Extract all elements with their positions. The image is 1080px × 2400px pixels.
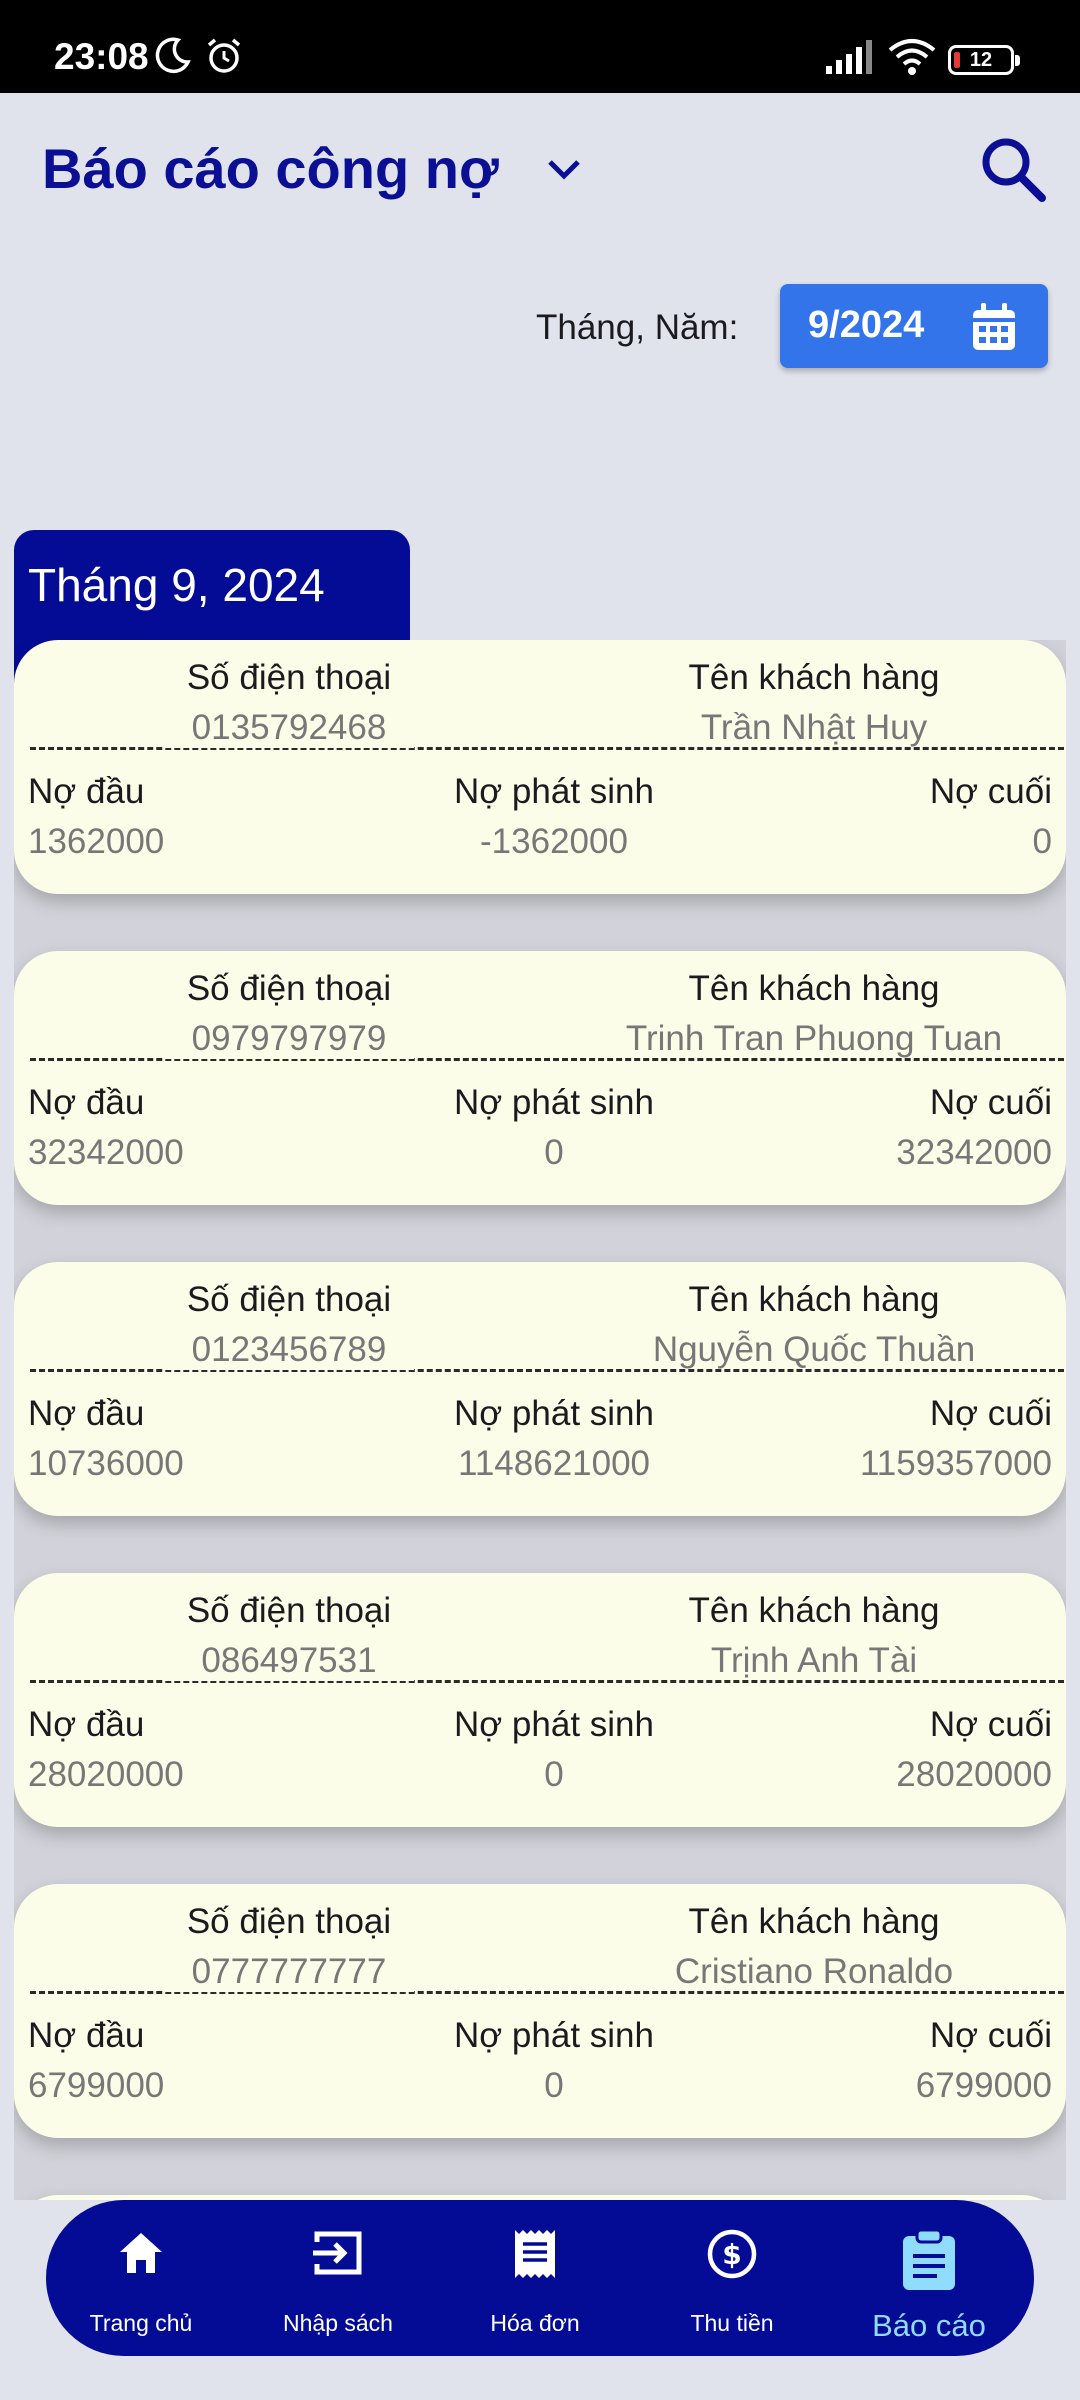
closing-debt-label: Nợ cuối — [929, 1705, 1052, 1744]
wifi-icon — [888, 38, 936, 81]
customer-name-value: Nguyễn Quốc Thuần — [594, 1330, 1034, 1370]
arising-debt-value: 1148621000 — [457, 1444, 651, 1483]
signal-icon — [826, 40, 876, 79]
opening-debt-label: Nợ đầu — [28, 2016, 145, 2055]
month-year-picker[interactable]: 9/2024 — [780, 284, 1048, 368]
opening-debt-value: 28020000 — [28, 1755, 184, 1794]
opening-debt-label: Nợ đầu — [28, 1083, 145, 1122]
battery-icon: 12 — [948, 45, 1020, 75]
closing-debt-label: Nợ cuối — [929, 2016, 1052, 2055]
opening-debt-value: 32342000 — [28, 1133, 184, 1172]
nav-import-books-label: Nhập sách — [283, 2310, 393, 2336]
home-icon — [46, 2228, 236, 2283]
nav-invoice[interactable]: Hóa đơn — [440, 2200, 630, 2356]
nav-import-books[interactable]: Nhập sách — [243, 2200, 433, 2356]
phone-value: 086497531 — [164, 1641, 414, 1681]
customer-name-label: Tên khách hàng — [688, 1280, 940, 1319]
page-title: Báo cáo công nợ — [42, 137, 499, 200]
closing-debt-label: Nợ cuối — [929, 1083, 1052, 1122]
arising-debt-label: Nợ phát sinh — [453, 1394, 654, 1433]
nav-home-label: Trang chủ — [89, 2310, 193, 2336]
nav-report[interactable]: Báo cáo — [834, 2200, 1024, 2356]
debt-record-card[interactable]: Số điện thoại Tên khách hàng 0777777777 Cri… — [14, 1884, 1066, 2138]
chevron-down-icon[interactable] — [544, 152, 584, 193]
closing-debt-value: 0 — [1032, 822, 1052, 861]
customer-name-text: Cristiano Ronaldo — [670, 1952, 958, 1991]
nav-home[interactable]: Trang chủ — [46, 2200, 236, 2356]
phone-value: 0135792468 — [164, 708, 414, 748]
opening-debt-value: 10736000 — [28, 1444, 184, 1483]
month-year-label: Tháng, Năm: — [536, 308, 739, 347]
phone-label: Số điện thoại — [186, 658, 392, 697]
customer-name-value: Trịnh Anh Tài — [594, 1641, 1034, 1681]
customer-name-value: Cristiano Ronaldo — [594, 1952, 1034, 1992]
closing-debt-value: 1159357000 — [859, 1444, 1052, 1483]
customer-name-label: Tên khách hàng — [688, 969, 940, 1008]
closing-debt-value: 32342000 — [896, 1133, 1052, 1172]
month-section-header: Tháng 9, 2024 — [14, 530, 410, 642]
nav-invoice-label: Hóa đơn — [490, 2310, 580, 2336]
customer-name-text: Trinh Tran Phuong Tuan — [621, 1019, 1007, 1058]
arising-debt-label: Nợ phát sinh — [453, 772, 654, 811]
closing-debt-label: Nợ cuối — [929, 772, 1052, 811]
nav-collect-payment-label: Thu tiền — [690, 2310, 774, 2336]
arising-debt-value: -1362000 — [480, 822, 628, 861]
arising-debt-label: Nợ phát sinh — [453, 1705, 654, 1744]
status-bar: 23:08 12 — [0, 0, 1080, 93]
phone-label: Số điện thoại — [186, 1902, 392, 1941]
opening-debt-label: Nợ đầu — [28, 772, 145, 811]
opening-debt-value: 6799000 — [28, 2066, 165, 2105]
arising-debt-value: 0 — [544, 1133, 564, 1172]
phone-value: 0979797979 — [164, 1019, 414, 1059]
report-icon — [834, 2228, 1024, 2297]
opening-debt-label: Nợ đầu — [28, 1705, 145, 1744]
import-icon — [243, 2228, 433, 2283]
arising-debt-value: 0 — [544, 2066, 564, 2105]
debt-record-card[interactable]: Số điện thoại Tên khách hàng 0123456789 Ngu… — [14, 1262, 1066, 1516]
closing-debt-value: 28020000 — [896, 1755, 1052, 1794]
arising-debt-label: Nợ phát sinh — [453, 1083, 654, 1122]
status-time: 23:08 — [54, 36, 149, 77]
phone-value: 0777777777 — [164, 1952, 414, 1992]
debt-record-card[interactable]: Số điện thoại Tên khách hàng 0135792468 Trầ… — [14, 640, 1066, 894]
customer-name-text: Trịnh Anh Tài — [706, 1641, 922, 1680]
bottom-navigation: Trang chủ Nhập sách Hóa đơn $ Thu tiền B… — [46, 2200, 1034, 2356]
debt-record-card[interactable]: Số điện thoại Tên khách hàng 0979797979 Tri… — [14, 951, 1066, 1205]
moon-icon — [152, 36, 192, 81]
arising-debt-label: Nợ phát sinh — [453, 2016, 654, 2055]
closing-debt-label: Nợ cuối — [929, 1394, 1052, 1433]
customer-name-label: Tên khách hàng — [688, 1591, 940, 1630]
customer-name-value: Trần Nhật Huy — [594, 708, 1034, 748]
phone-label: Số điện thoại — [186, 969, 392, 1008]
debt-record-card[interactable]: Số điện thoại Tên khách hàng 086497531 Trịn… — [14, 1573, 1066, 1827]
arising-debt-value: 0 — [544, 1755, 564, 1794]
debt-report-list[interactable]: Số điện thoại Tên khách hàng 0135792468 Trầ… — [14, 640, 1066, 2200]
phone-label: Số điện thoại — [186, 1280, 392, 1319]
dollar-icon: $ — [637, 2228, 827, 2285]
opening-debt-value: 1362000 — [28, 822, 165, 861]
receipt-icon — [440, 2228, 630, 2285]
customer-name-value: Trinh Tran Phuong Tuan — [594, 1019, 1034, 1059]
month-year-value: 9/2024 — [808, 304, 925, 346]
search-icon[interactable] — [978, 134, 1048, 209]
phone-label: Số điện thoại — [186, 1591, 392, 1630]
customer-name-text: Nguyễn Quốc Thuần — [648, 1330, 980, 1369]
customer-name-text: Trần Nhật Huy — [696, 708, 932, 747]
calendar-icon — [970, 302, 1018, 357]
month-section-title: Tháng 9, 2024 — [28, 559, 325, 611]
nav-report-label: Báo cáo — [872, 2308, 986, 2343]
svg-text:$: $ — [722, 2238, 741, 2271]
opening-debt-label: Nợ đầu — [28, 1394, 145, 1433]
customer-name-label: Tên khách hàng — [688, 658, 940, 697]
closing-debt-value: 6799000 — [915, 2066, 1052, 2105]
nav-collect-payment[interactable]: $ Thu tiền — [637, 2200, 827, 2356]
customer-name-label: Tên khách hàng — [688, 1902, 940, 1941]
phone-value: 0123456789 — [164, 1330, 414, 1370]
alarm-icon — [204, 36, 244, 81]
